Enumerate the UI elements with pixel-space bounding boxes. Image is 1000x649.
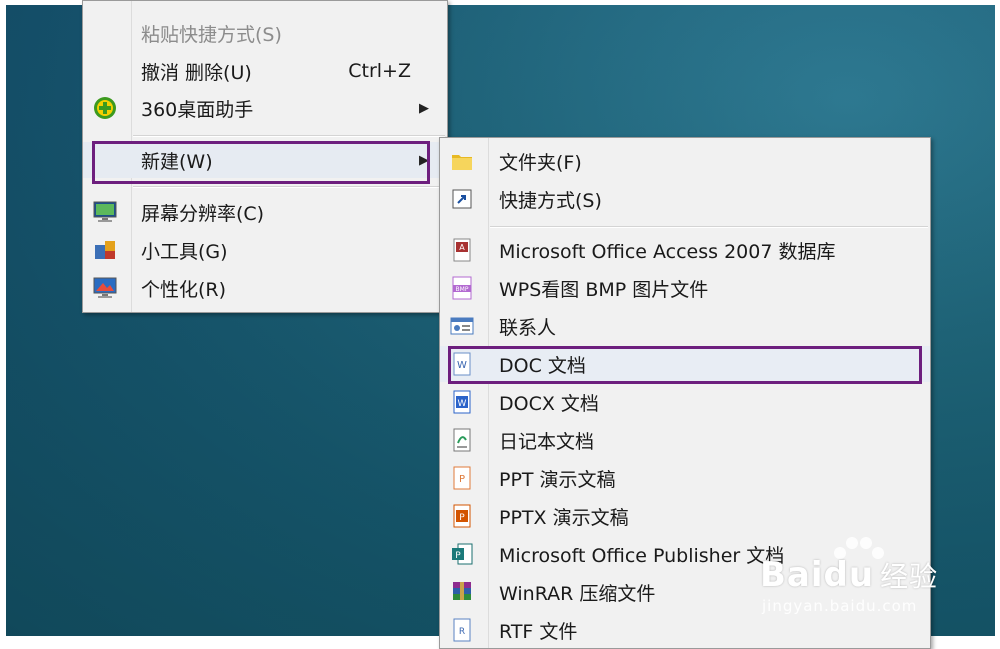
contact-icon	[450, 315, 474, 337]
docx-icon: W	[450, 390, 474, 414]
submenu-item-journal[interactable]: 日记本文档	[440, 422, 930, 458]
menu-item-label: 粘贴快捷方式(S)	[141, 23, 282, 46]
submenu-item-rtf[interactable]: R RTF 文件	[440, 612, 930, 648]
svg-text:P: P	[459, 474, 465, 485]
submenu-item-label: Microsoft Office Publisher 文档	[499, 544, 785, 567]
menu-item-label: 小工具(G)	[141, 240, 228, 263]
submenu-item-access-db[interactable]: A Microsoft Office Access 2007 数据库	[440, 232, 930, 268]
svg-text:P: P	[459, 513, 465, 523]
menu-item-label: 360桌面助手	[141, 98, 254, 121]
svg-text:R: R	[459, 627, 465, 637]
submenu-item-label: 文件夹(F)	[499, 151, 582, 174]
submenu-item-label: PPT 演示文稿	[499, 468, 616, 491]
submenu-item-label: 日记本文档	[499, 430, 595, 453]
submenu-item-contact[interactable]: 联系人	[440, 308, 930, 344]
menu-separator	[133, 186, 445, 188]
submenu-item-pptx[interactable]: P PPTX 演示文稿	[440, 498, 930, 534]
menu-separator	[133, 135, 445, 137]
submenu-arrow-icon: ▶	[419, 100, 429, 116]
menu-item-360-assistant[interactable]: 360桌面助手 ▶	[83, 90, 447, 126]
watermark-url: jingyan.baidu.com	[762, 597, 918, 615]
svg-text:A: A	[459, 243, 465, 252]
shortcut-icon	[450, 188, 474, 210]
svg-text:W: W	[458, 399, 467, 409]
menu-item-label: 个性化(R)	[141, 278, 227, 301]
submenu-item-folder[interactable]: 文件夹(F)	[440, 143, 930, 179]
menu-item-undo-delete[interactable]: 撤消 删除(U) Ctrl+Z	[83, 53, 447, 89]
submenu-item-label: PPTX 演示文稿	[499, 506, 629, 529]
360-assistant-icon	[93, 97, 117, 119]
menu-item-label: 撤消 删除(U)	[141, 61, 252, 84]
watermark-brand-du: du	[823, 555, 875, 595]
submenu-item-label: WinRAR 压缩文件	[499, 582, 656, 605]
winrar-icon	[450, 581, 474, 603]
watermark-suffix: 经验	[880, 560, 939, 593]
svg-text:BMP: BMP	[456, 286, 469, 293]
submenu-item-label: WPS看图 BMP 图片文件	[499, 278, 709, 301]
pptx-icon: P	[450, 504, 474, 528]
bmp-image-icon: BMP	[450, 276, 474, 300]
ppt-icon: P	[450, 466, 474, 490]
submenu-item-label: 联系人	[499, 316, 557, 339]
menu-item-gadgets[interactable]: 小工具(G)	[83, 232, 447, 268]
svg-text:P: P	[455, 551, 461, 561]
journal-icon	[450, 428, 474, 452]
submenu-item-label: RTF 文件	[499, 620, 578, 643]
submenu-item-shortcut[interactable]: 快捷方式(S)	[440, 181, 930, 217]
shortcut-text: Ctrl+Z	[348, 60, 411, 82]
menu-item-label: 屏幕分辨率(C)	[141, 202, 265, 225]
submenu-item-bmp[interactable]: BMP WPS看图 BMP 图片文件	[440, 270, 930, 306]
screen-resolution-icon	[93, 201, 117, 223]
highlight-new-item	[92, 141, 430, 184]
watermark-brand-bai: Bai	[760, 555, 824, 595]
menu-item-paste-shortcut[interactable]: 粘贴快捷方式(S)	[83, 15, 447, 51]
gadgets-icon	[93, 239, 117, 261]
highlight-doc-item	[448, 346, 922, 384]
menu-item-personalize[interactable]: 个性化(R)	[83, 270, 447, 306]
menu-item-screen-resolution[interactable]: 屏幕分辨率(C)	[83, 194, 447, 230]
submenu-item-ppt[interactable]: P PPT 演示文稿	[440, 460, 930, 496]
submenu-item-label: Microsoft Office Access 2007 数据库	[499, 240, 836, 263]
personalize-icon	[93, 277, 117, 299]
access-db-icon: A	[450, 238, 474, 262]
publisher-icon: P	[450, 543, 474, 565]
submenu-item-docx[interactable]: W DOCX 文档	[440, 384, 930, 420]
menu-separator	[490, 226, 928, 228]
rtf-icon: R	[450, 618, 474, 642]
submenu-item-label: DOCX 文档	[499, 392, 599, 415]
folder-icon	[450, 150, 474, 172]
submenu-item-label: 快捷方式(S)	[499, 189, 602, 212]
